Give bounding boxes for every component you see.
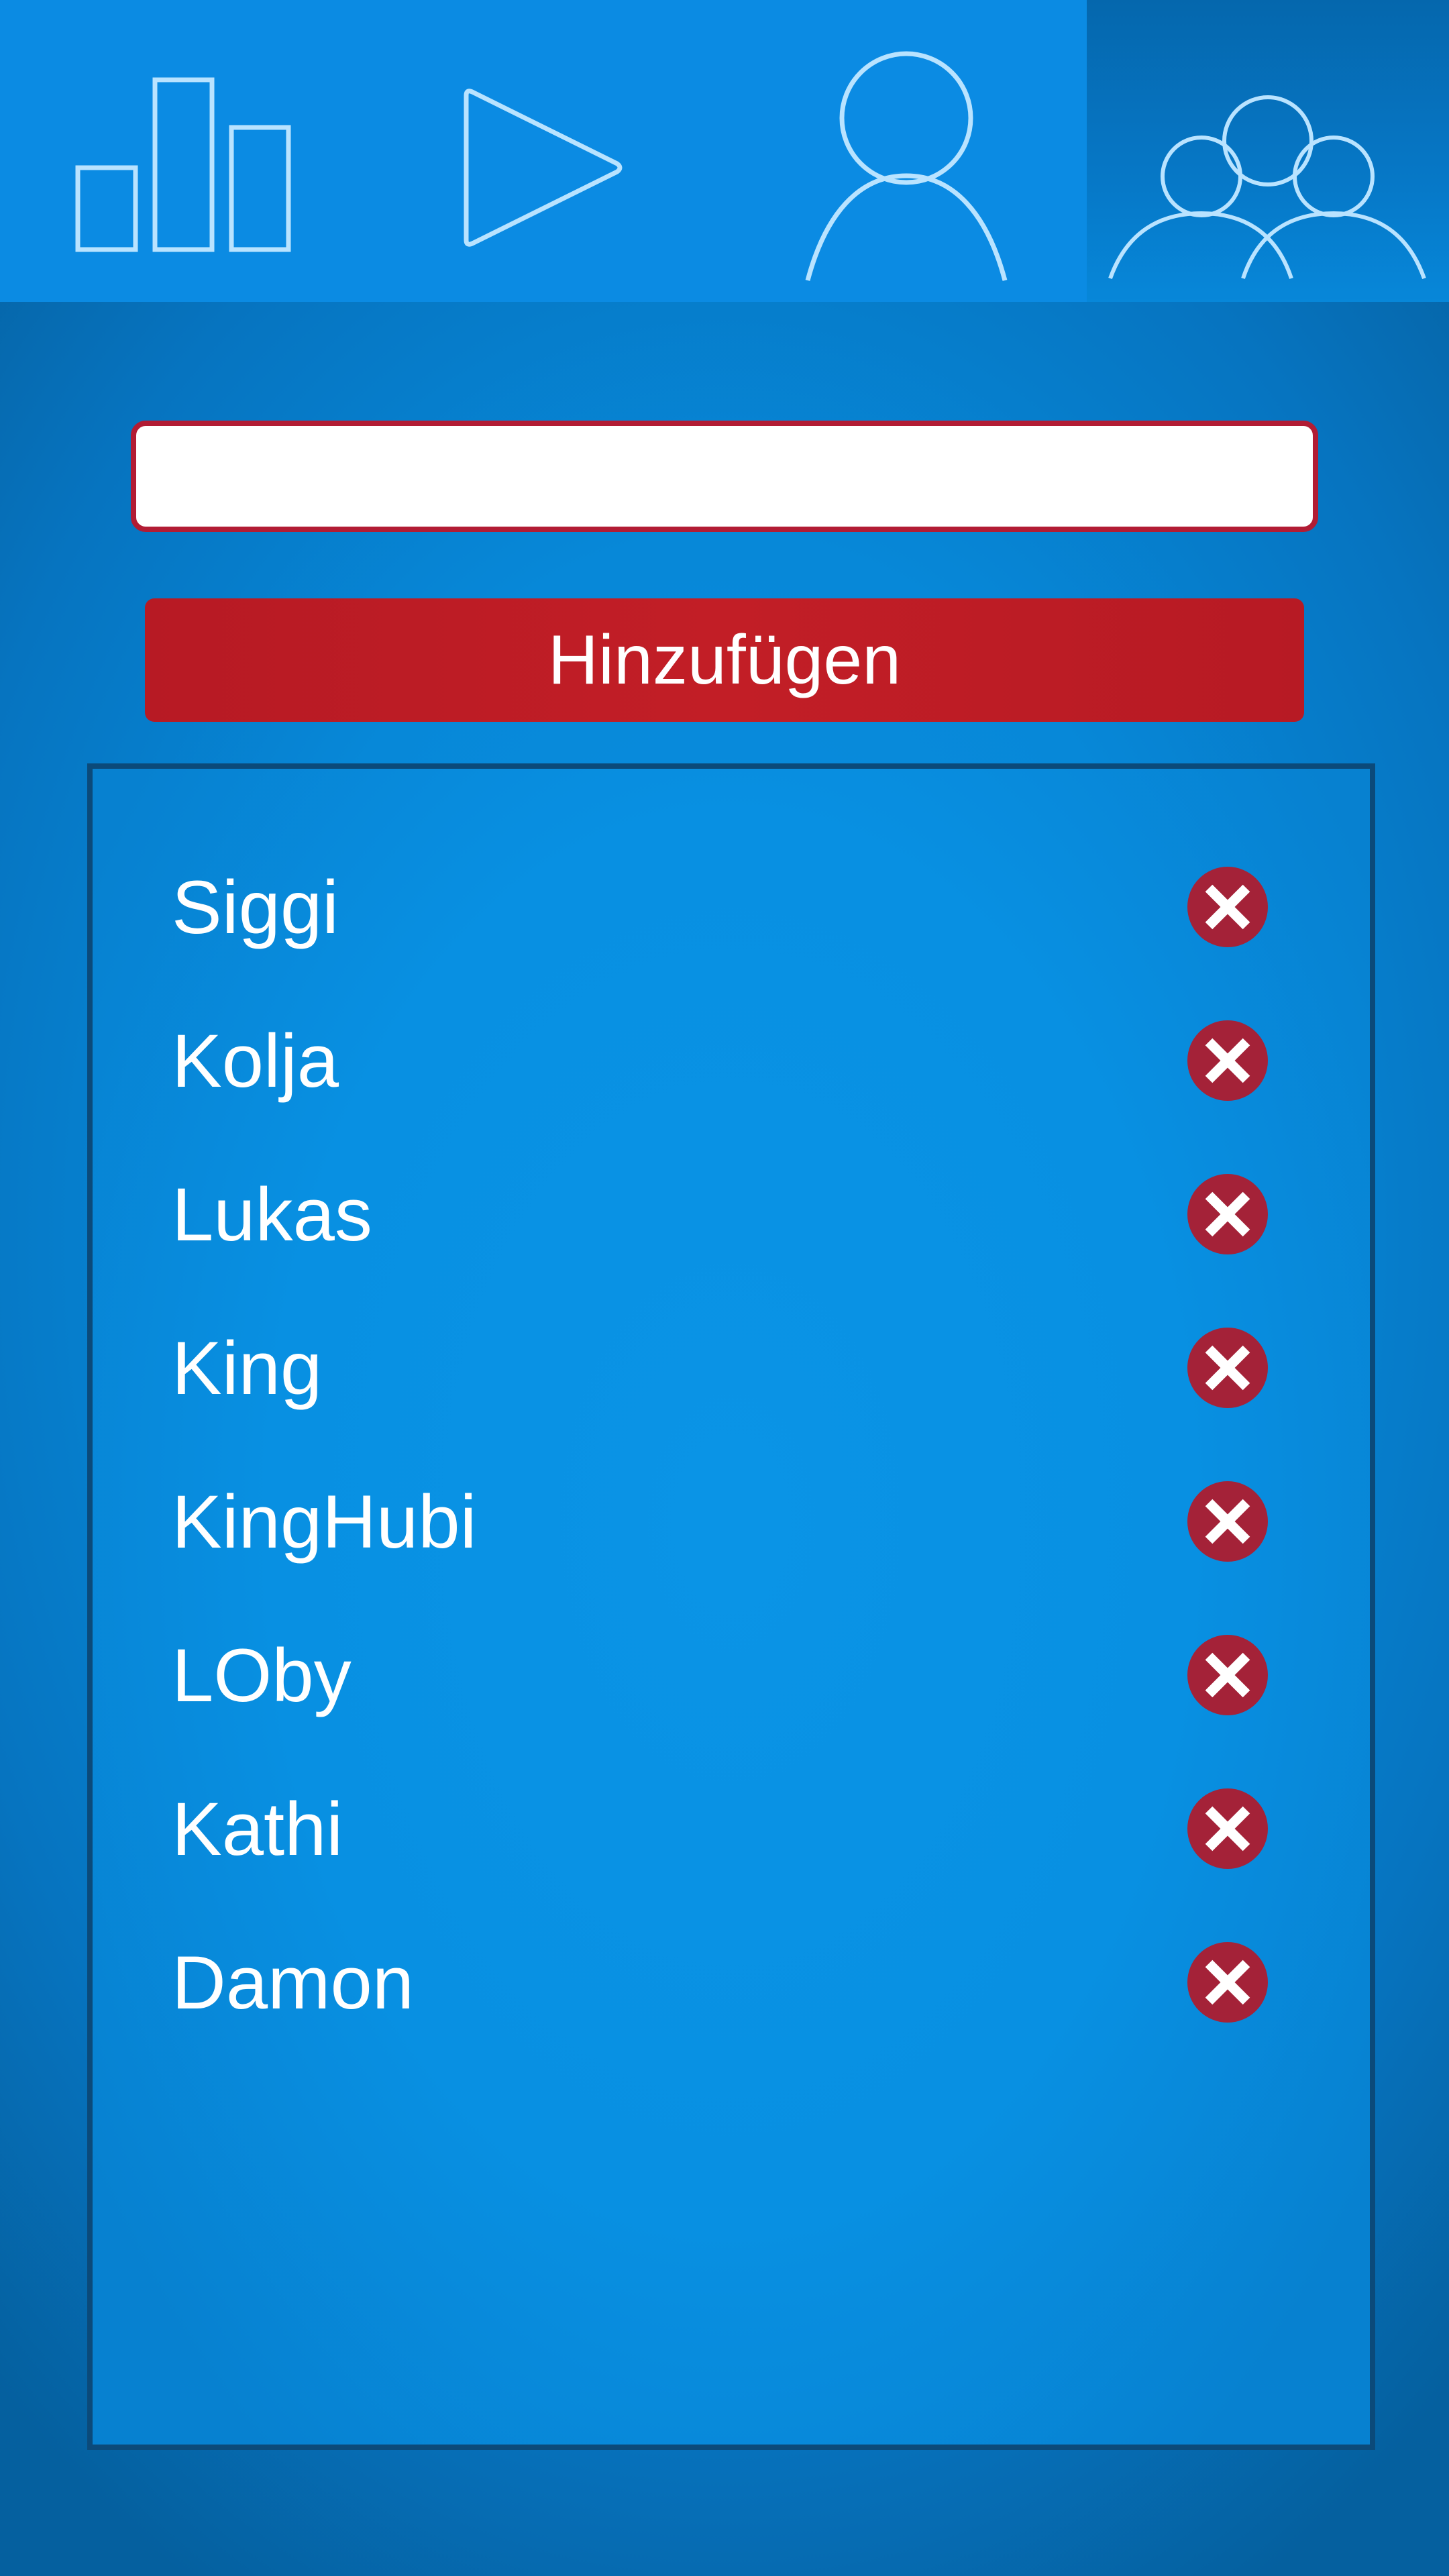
list-item: King xyxy=(93,1291,1370,1445)
remove-x-icon xyxy=(1187,1481,1268,1562)
bar-chart-icon xyxy=(75,77,291,252)
player-name: Lukas xyxy=(172,1173,372,1256)
tab-profile[interactable] xyxy=(724,0,1087,302)
tab-statistics[interactable] xyxy=(0,0,362,302)
list-item: Kolja xyxy=(93,984,1370,1138)
group-icon xyxy=(1108,95,1426,280)
player-name: Kathi xyxy=(172,1787,343,1871)
remove-player-button[interactable] xyxy=(1187,1942,1268,2023)
tab-bar xyxy=(0,0,1449,302)
remove-player-button[interactable] xyxy=(1187,1788,1268,1869)
tab-players[interactable] xyxy=(1087,0,1449,302)
remove-x-icon xyxy=(1187,1788,1268,1869)
remove-x-icon xyxy=(1187,1635,1268,1715)
list-item: Kathi xyxy=(93,1752,1370,1906)
remove-x-icon xyxy=(1187,867,1268,947)
remove-player-button[interactable] xyxy=(1187,1635,1268,1715)
user-icon xyxy=(805,51,1008,281)
remove-player-button[interactable] xyxy=(1187,1481,1268,1562)
remove-player-button[interactable] xyxy=(1187,1020,1268,1101)
player-name: Damon xyxy=(172,1941,415,2025)
remove-x-icon xyxy=(1187,1174,1268,1254)
add-player-button[interactable]: Hinzufügen xyxy=(145,598,1304,722)
list-item: Damon xyxy=(93,1906,1370,2059)
list-item: LOby xyxy=(93,1599,1370,1752)
remove-x-icon xyxy=(1187,1020,1268,1101)
player-name: Kolja xyxy=(172,1019,339,1103)
player-name: King xyxy=(172,1326,323,1410)
player-name-input[interactable] xyxy=(131,421,1318,532)
player-list: Siggi Kolja Lukas King KingHubi LOby Kathi Damo… xyxy=(87,763,1375,2450)
list-item: Siggi xyxy=(93,830,1370,984)
list-item: KingHubi xyxy=(93,1445,1370,1599)
remove-x-icon xyxy=(1187,1942,1268,2023)
remove-x-icon xyxy=(1187,1328,1268,1408)
play-icon xyxy=(464,89,623,247)
player-name: Siggi xyxy=(172,865,339,949)
player-name: KingHubi xyxy=(172,1480,477,1564)
tab-play[interactable] xyxy=(362,0,724,302)
list-item: Lukas xyxy=(93,1138,1370,1291)
remove-player-button[interactable] xyxy=(1187,1328,1268,1408)
player-name: LOby xyxy=(172,1633,352,1717)
remove-player-button[interactable] xyxy=(1187,1174,1268,1254)
remove-player-button[interactable] xyxy=(1187,867,1268,947)
